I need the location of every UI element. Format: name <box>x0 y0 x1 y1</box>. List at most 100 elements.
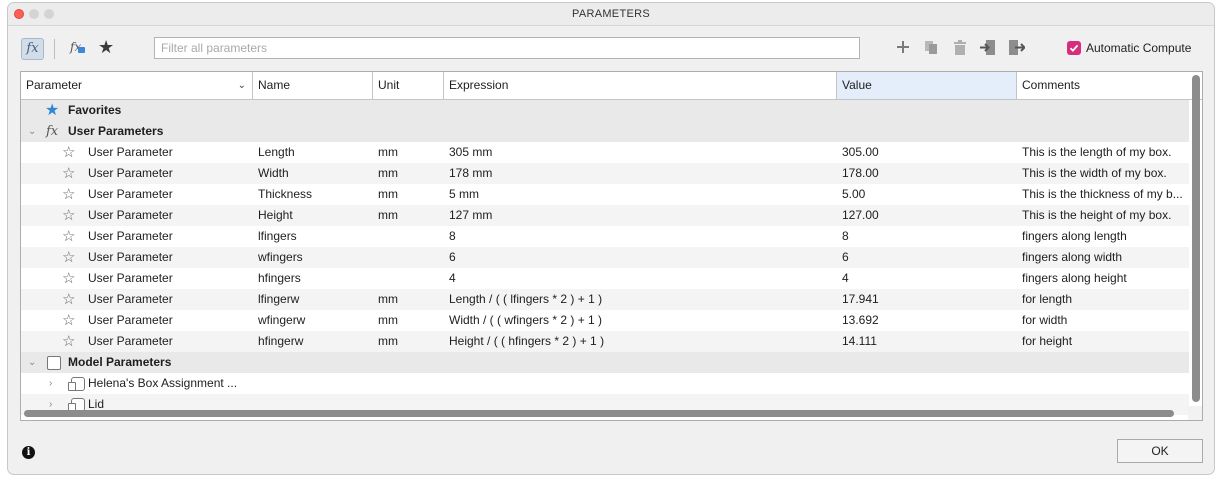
table-row[interactable]: ☆ User Parameter Thickness mm 5 mm 5.00 … <box>21 184 1189 205</box>
copy-parameter-button[interactable] <box>922 38 940 58</box>
expression-cell[interactable]: Length / ( ( lfingers * 2 ) + 1 ) <box>449 289 834 310</box>
name-cell[interactable]: Thickness <box>258 184 373 205</box>
star-outline-icon[interactable]: ☆ <box>62 247 75 268</box>
chevron-down-icon[interactable]: ⌄ <box>238 72 246 99</box>
value-cell: 17.941 <box>842 292 879 306</box>
unit-cell[interactable]: mm <box>378 142 443 163</box>
expression-cell[interactable]: 127 mm <box>449 205 834 226</box>
star-outline-icon[interactable]: ☆ <box>62 289 75 310</box>
column-header-parameter[interactable]: Parameter ⌄ <box>21 72 253 99</box>
chevron-down-icon[interactable]: ⌄ <box>28 352 36 373</box>
expression-cell[interactable]: 178 mm <box>449 163 834 184</box>
add-parameter-button[interactable] <box>894 38 912 58</box>
comment-cell[interactable]: fingers along height <box>1022 268 1188 289</box>
export-button[interactable] <box>1008 38 1026 58</box>
column-header-name[interactable]: Name <box>253 72 373 99</box>
comment-cell[interactable]: This is the length of my box. <box>1022 142 1188 163</box>
model-item-row[interactable]: › Helena's Box Assignment ... <box>21 373 1189 394</box>
column-header-expression[interactable]: Expression <box>444 72 837 99</box>
star-icon: ★ <box>98 37 115 57</box>
name-cell[interactable]: Height <box>258 205 373 226</box>
name-cell[interactable]: wfingers <box>258 247 373 268</box>
star-outline-icon[interactable]: ☆ <box>62 268 75 289</box>
unit-cell[interactable] <box>378 226 443 247</box>
import-button[interactable] <box>979 38 997 58</box>
table-row[interactable]: ☆ User Parameter Height mm 127 mm 127.00… <box>21 205 1189 226</box>
expression-cell[interactable]: Width / ( ( wfingers * 2 ) + 1 ) <box>449 310 834 331</box>
user-parameters-group-row[interactable]: ⌄ fx User Parameters <box>21 121 1189 142</box>
value-cell: 8 <box>842 229 849 243</box>
expression-cell[interactable]: Height / ( ( hfingers * 2 ) + 1 ) <box>449 331 834 352</box>
unit-cell[interactable] <box>378 268 443 289</box>
expression-cell[interactable]: 6 <box>449 247 834 268</box>
comment-cell[interactable]: for length <box>1022 289 1188 310</box>
comment-cell[interactable]: This is the thickness of my b... <box>1022 184 1188 205</box>
star-outline-icon[interactable]: ☆ <box>62 142 75 163</box>
model-parameters-group-row[interactable]: ⌄ Model Parameters <box>21 352 1189 373</box>
column-header-comments[interactable]: Comments <box>1017 72 1202 99</box>
group-label: Favorites <box>68 103 122 117</box>
filter-parameters-input[interactable] <box>154 37 860 59</box>
star-outline-icon[interactable]: ☆ <box>62 184 75 205</box>
table-row[interactable]: ☆ User Parameter hfingerw mm Height / ( … <box>21 331 1189 352</box>
unit-cell[interactable] <box>378 247 443 268</box>
table-row[interactable]: ☆ User Parameter hfingers 4 4 fingers al… <box>21 268 1189 289</box>
unit-cell[interactable]: mm <box>378 184 443 205</box>
unit-cell[interactable]: mm <box>378 163 443 184</box>
favorites-filter-button[interactable]: ★ <box>98 37 114 58</box>
vertical-scrollbar[interactable] <box>1192 75 1200 402</box>
expression-cell[interactable]: 4 <box>449 268 834 289</box>
table-row[interactable]: ☆ User Parameter wfingerw mm Width / ( (… <box>21 310 1189 331</box>
table-row[interactable]: ☆ User Parameter wfingers 6 6 fingers al… <box>21 247 1189 268</box>
unit-cell[interactable]: mm <box>378 331 443 352</box>
expression-cell[interactable]: 8 <box>449 226 834 247</box>
ok-button[interactable]: OK <box>1117 439 1203 463</box>
unit-cell[interactable]: mm <box>378 205 443 226</box>
chevron-right-icon[interactable]: › <box>49 373 52 394</box>
table-header: Parameter ⌄ Name Unit Expression Value C… <box>21 72 1202 100</box>
column-header-unit[interactable]: Unit <box>373 72 444 99</box>
name-cell[interactable]: hfingerw <box>258 331 373 352</box>
star-outline-icon[interactable]: ☆ <box>62 226 75 247</box>
comment-cell[interactable]: fingers along length <box>1022 226 1188 247</box>
comment-cell[interactable]: for width <box>1022 310 1188 331</box>
star-outline-icon[interactable]: ☆ <box>62 331 75 352</box>
automatic-compute-checkbox[interactable] <box>1067 41 1081 55</box>
table-row[interactable]: ☆ User Parameter Width mm 178 mm 178.00 … <box>21 163 1189 184</box>
unit-cell[interactable]: mm <box>378 289 443 310</box>
unit-cell[interactable]: mm <box>378 310 443 331</box>
model-parameters-filter-button[interactable]: fx <box>70 40 85 54</box>
expression-cell[interactable]: 5 mm <box>449 184 834 205</box>
plus-icon <box>897 41 909 53</box>
name-cell[interactable]: hfingers <box>258 268 373 289</box>
user-parameters-filter-button[interactable]: fx <box>21 38 44 60</box>
comment-cell[interactable]: for height <box>1022 331 1188 352</box>
fx-icon: fx <box>46 124 59 139</box>
name-cell[interactable]: Length <box>258 142 373 163</box>
comment-cell[interactable]: This is the height of my box. <box>1022 205 1188 226</box>
info-icon[interactable]: i <box>22 446 35 459</box>
column-header-value[interactable]: Value <box>837 72 1017 99</box>
value-cell: 6 <box>842 250 849 264</box>
model-sub-icon <box>78 47 85 53</box>
name-cell[interactable]: lfingerw <box>258 289 373 310</box>
comment-cell[interactable]: fingers along width <box>1022 247 1188 268</box>
favorites-group-row[interactable]: ★ Favorites <box>21 100 1189 121</box>
table-row[interactable]: ☆ User Parameter lfingers 8 8 fingers al… <box>21 226 1189 247</box>
title-bar[interactable]: PARAMETERS <box>8 3 1214 26</box>
horizontal-scrollbar[interactable] <box>24 410 1174 417</box>
parameter-type: User Parameter <box>88 187 173 201</box>
chevron-down-icon[interactable]: ⌄ <box>28 121 36 142</box>
table-row[interactable]: ☆ User Parameter lfingerw mm Length / ( … <box>21 289 1189 310</box>
comment-cell[interactable]: This is the width of my box. <box>1022 163 1188 184</box>
star-outline-icon[interactable]: ☆ <box>62 163 75 184</box>
star-outline-icon[interactable]: ☆ <box>62 205 75 226</box>
name-cell[interactable]: lfingers <box>258 226 373 247</box>
expression-cell[interactable]: 305 mm <box>449 142 834 163</box>
table-row[interactable]: ☆ User Parameter Length mm 305 mm 305.00… <box>21 142 1189 163</box>
name-cell[interactable]: wfingerw <box>258 310 373 331</box>
model-item-label: Helena's Box Assignment ... <box>88 376 238 390</box>
name-cell[interactable]: Width <box>258 163 373 184</box>
delete-parameter-button[interactable] <box>951 38 969 58</box>
star-outline-icon[interactable]: ☆ <box>62 310 75 331</box>
